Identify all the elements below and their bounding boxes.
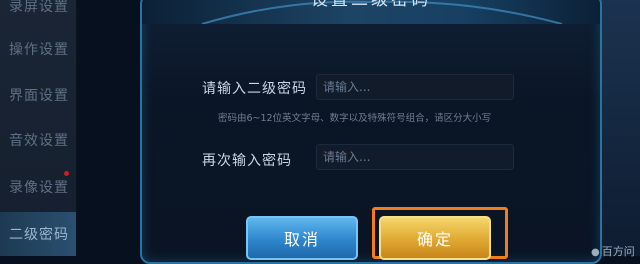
password-label: 请输入二级密码: [202, 81, 307, 97]
sidebar-item-secondary-password[interactable]: 二级密码: [0, 212, 76, 256]
sidebar-item-controls[interactable]: 操作设置: [0, 27, 76, 71]
cancel-button-label: 取消: [283, 230, 320, 249]
sidebar-item-interface[interactable]: 界面设置: [0, 73, 76, 117]
confirm-password-input[interactable]: [316, 144, 514, 170]
sidebar-item-label: 操作设置: [9, 42, 69, 58]
dialog-header: 设置二级密码: [142, 0, 600, 24]
watermark-text: 百方问: [601, 245, 635, 258]
password-hint: 密码由6~12位英文字母、数字以及特殊符号组合，请区分大小写: [218, 113, 492, 124]
sidebar-item-label: 录像设置: [9, 180, 69, 196]
notification-dot: [64, 171, 69, 176]
sidebar-item-record[interactable]: 录屏设置: [0, 0, 76, 28]
set-password-dialog: 设置二级密码 请输入二级密码 密码由6~12位英文字母、数字以及特殊符号组合，请…: [140, 0, 602, 264]
background-panel: [600, 0, 640, 256]
cancel-button[interactable]: 取消: [246, 216, 358, 260]
sidebar-item-label: 二级密码: [9, 227, 69, 243]
password-input[interactable]: [316, 74, 514, 100]
settings-sidebar: 录屏设置 操作设置 界面设置 音效设置 录像设置 二级密码: [0, 0, 77, 256]
sidebar-item-sound[interactable]: 音效设置: [0, 118, 76, 162]
dialog-title: 设置二级密码: [311, 0, 431, 10]
sidebar-item-label: 录屏设置: [9, 0, 69, 15]
watermark-icon: ●: [591, 247, 600, 258]
sidebar-item-label: 音效设置: [9, 133, 69, 149]
watermark: ● 百方问: [591, 243, 635, 259]
ok-button-label: 确定: [416, 230, 453, 249]
confirm-password-label: 再次输入密码: [202, 153, 292, 169]
sidebar-item-label: 界面设置: [9, 88, 69, 104]
ok-button[interactable]: 确定: [379, 216, 491, 260]
